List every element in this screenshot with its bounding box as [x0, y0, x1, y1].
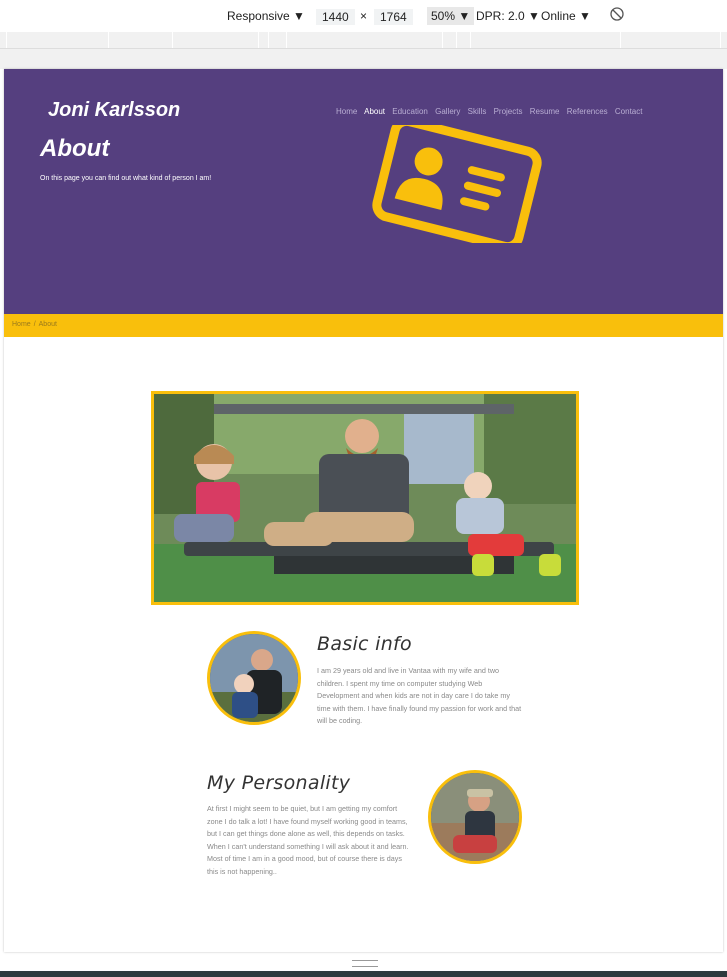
personality-heading: My Personality: [207, 772, 351, 794]
nav-references[interactable]: References: [567, 107, 608, 116]
dpr-select[interactable]: DPR: 2.0 ▼: [476, 9, 540, 23]
page-viewport: Joni Karlsson Home About Education Galle…: [4, 69, 723, 952]
breadcrumb-bar: Home / About: [4, 314, 723, 337]
family-photo: [151, 391, 579, 605]
dimension-separator: ×: [360, 9, 368, 23]
nav-home[interactable]: Home: [336, 107, 357, 116]
hero-header: Joni Karlsson Home About Education Galle…: [4, 69, 723, 314]
id-card-icon: [372, 116, 542, 252]
basic-info-heading: Basic info: [317, 633, 412, 655]
main-nav: Home About Education Gallery Skills Proj…: [336, 107, 647, 116]
devtools-toolbar: Responsive ▼ 1440 × 1764 50% ▼ DPR: 2.0 …: [0, 0, 727, 33]
nav-education[interactable]: Education: [392, 107, 428, 116]
personality-avatar: [428, 770, 522, 864]
basic-info-avatar: [207, 631, 301, 725]
devtools-bottom-strip: [0, 971, 727, 977]
site-brand[interactable]: Joni Karlsson: [48, 99, 180, 122]
basic-info-text: I am 29 years old and live in Vantaa wit…: [317, 666, 522, 725]
resize-handle[interactable]: [352, 960, 378, 967]
nav-resume[interactable]: Resume: [530, 107, 560, 116]
nav-contact[interactable]: Contact: [615, 107, 643, 116]
page-title: About: [40, 135, 110, 162]
nav-projects[interactable]: Projects: [494, 107, 523, 116]
personality-text: At first I might seem to be quiet, but I…: [207, 804, 409, 876]
breadcrumb-current: About: [38, 321, 57, 328]
breadcrumb-separator: /: [33, 321, 36, 328]
zoom-select[interactable]: 50% ▼: [427, 7, 475, 25]
rotate-icon[interactable]: [610, 7, 624, 24]
nav-gallery[interactable]: Gallery: [435, 107, 460, 116]
devtools-gap: [0, 49, 727, 69]
network-select[interactable]: Online ▼: [541, 9, 591, 23]
height-input[interactable]: 1764: [374, 9, 413, 25]
width-input[interactable]: 1440: [316, 9, 355, 25]
device-select[interactable]: Responsive ▼: [227, 9, 305, 23]
media-query-ruler[interactable]: [0, 32, 727, 49]
nav-skills[interactable]: Skills: [468, 107, 487, 116]
breadcrumb: Home / About: [12, 321, 57, 328]
nav-about[interactable]: About: [364, 107, 385, 116]
breadcrumb-home[interactable]: Home: [12, 321, 31, 328]
page-subtitle: On this page you can find out what kind …: [40, 175, 212, 182]
